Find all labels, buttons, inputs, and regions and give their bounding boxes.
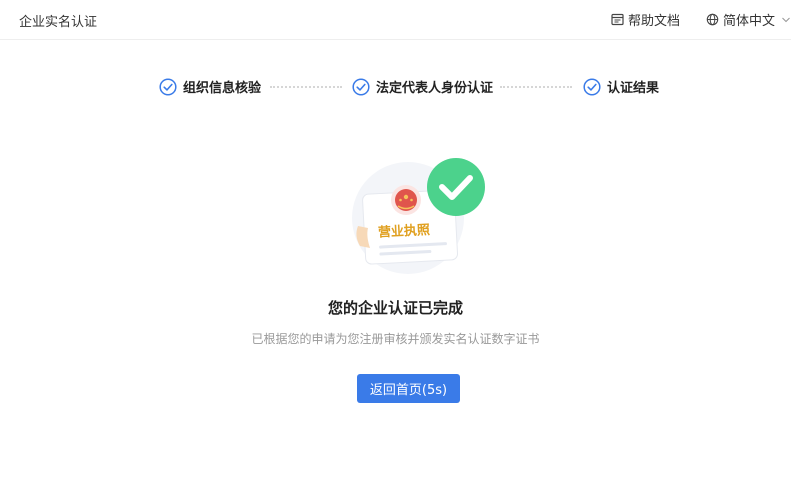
step-connector [500,86,572,88]
step-label: 组织信息核验 [183,81,262,96]
step-legal-rep-auth: 法定代表人身份认证 [352,77,493,96]
check-circle-icon [352,77,370,96]
result-title: 您的企业认证已完成 [327,299,463,317]
check-circle-icon [159,77,177,96]
step-label: 法定代表人身份认证 [376,81,494,96]
top-bar: 企业实名认证 帮助文档 简体中文 [0,0,791,40]
language-label: 简体中文 [723,14,776,29]
progress-steps: 组织信息核验 法定代表人身份认证 认证结果 [0,77,791,97]
document-icon [611,13,624,26]
help-docs-label: 帮助文档 [628,14,681,29]
result-description: 已根据您的申请为您注册审核并颁发实名认证数字证书 [251,332,540,346]
emblem-icon [391,185,421,215]
app-title: 企业实名认证 [19,15,98,30]
help-docs-link[interactable]: 帮助文档 [611,10,680,29]
chevron-down-icon [782,17,790,22]
business-license-success-illustration: 营业执照 [352,158,485,274]
globe-icon [706,13,719,26]
step-label: 认证结果 [607,81,660,96]
language-selector[interactable]: 简体中文 [706,10,791,29]
step-org-verification: 组织信息核验 [159,77,261,96]
return-home-button[interactable]: 返回首页(5s) [357,374,460,403]
step-connector [270,86,342,88]
step-result: 认证结果 [583,77,659,96]
check-circle-icon [583,77,601,96]
license-text: 营业执照 [378,222,431,241]
